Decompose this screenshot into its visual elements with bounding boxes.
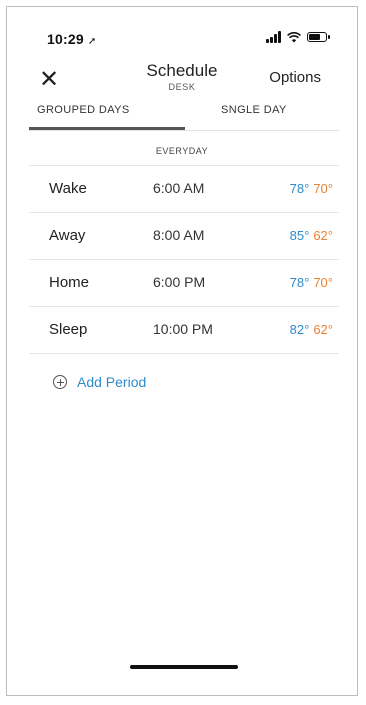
signal-icon	[266, 31, 281, 43]
cool-setpoint: 85°	[289, 228, 310, 243]
cool-setpoint: 78°	[289, 275, 310, 290]
period-row-home[interactable]: Home 6:00 PM 78° 70°	[29, 259, 339, 306]
cool-setpoint: 78°	[289, 181, 310, 196]
heat-setpoint: 70°	[313, 275, 333, 290]
period-temps: 78° 70°	[290, 275, 333, 290]
period-row-sleep[interactable]: Sleep 10:00 PM 82° 62°	[29, 306, 339, 354]
options-button[interactable]: Options	[269, 69, 321, 86]
status-icons	[266, 31, 330, 43]
cool-setpoint: 82°	[289, 322, 310, 337]
period-name: Home	[49, 274, 90, 291]
active-tab-indicator	[29, 127, 185, 130]
tab-grouped-days[interactable]: GROUPED DAYS	[37, 104, 130, 116]
period-name: Sleep	[49, 321, 88, 338]
wifi-icon	[287, 31, 301, 42]
period-time: 6:00 PM	[153, 274, 206, 290]
heat-setpoint: 70°	[313, 181, 333, 196]
section-label: EVERYDAY	[155, 146, 209, 156]
status-bar: 10:29 ➚	[7, 7, 357, 57]
clock-time: 10:29	[47, 31, 84, 47]
period-name: Wake	[49, 180, 87, 197]
add-period-label: Add Period	[77, 374, 147, 390]
period-time: 10:00 PM	[153, 321, 213, 337]
period-name: Away	[49, 227, 86, 244]
add-period-button[interactable]: Add Period	[53, 374, 146, 390]
period-list: Wake 6:00 AM 78° 70° Away 8:00 AM 85° 62° …	[29, 165, 339, 354]
period-row-away[interactable]: Away 8:00 AM 85° 62°	[29, 212, 339, 259]
period-row-wake[interactable]: Wake 6:00 AM 78° 70°	[29, 165, 339, 212]
period-temps: 78° 70°	[290, 181, 333, 196]
status-time: 10:29 ➚	[47, 31, 97, 47]
phone-frame: 10:29 ➚ ✕ Schedule DESK Options GROUPED …	[6, 6, 358, 696]
period-time: 6:00 AM	[153, 180, 205, 196]
tab-single-day[interactable]: SNGLE DAY	[221, 104, 287, 116]
header: ✕ Schedule DESK Options	[7, 61, 357, 101]
heat-setpoint: 62°	[313, 228, 333, 243]
plus-circle-icon	[53, 375, 67, 389]
tab-bar: GROUPED DAYS SNGLE DAY	[29, 100, 339, 131]
period-temps: 82° 62°	[290, 322, 333, 337]
period-temps: 85° 62°	[290, 228, 333, 243]
battery-icon	[307, 32, 330, 42]
home-indicator[interactable]	[130, 665, 238, 669]
location-arrow-icon: ➚	[87, 36, 97, 47]
period-time: 8:00 AM	[153, 227, 205, 243]
heat-setpoint: 62°	[313, 322, 333, 337]
